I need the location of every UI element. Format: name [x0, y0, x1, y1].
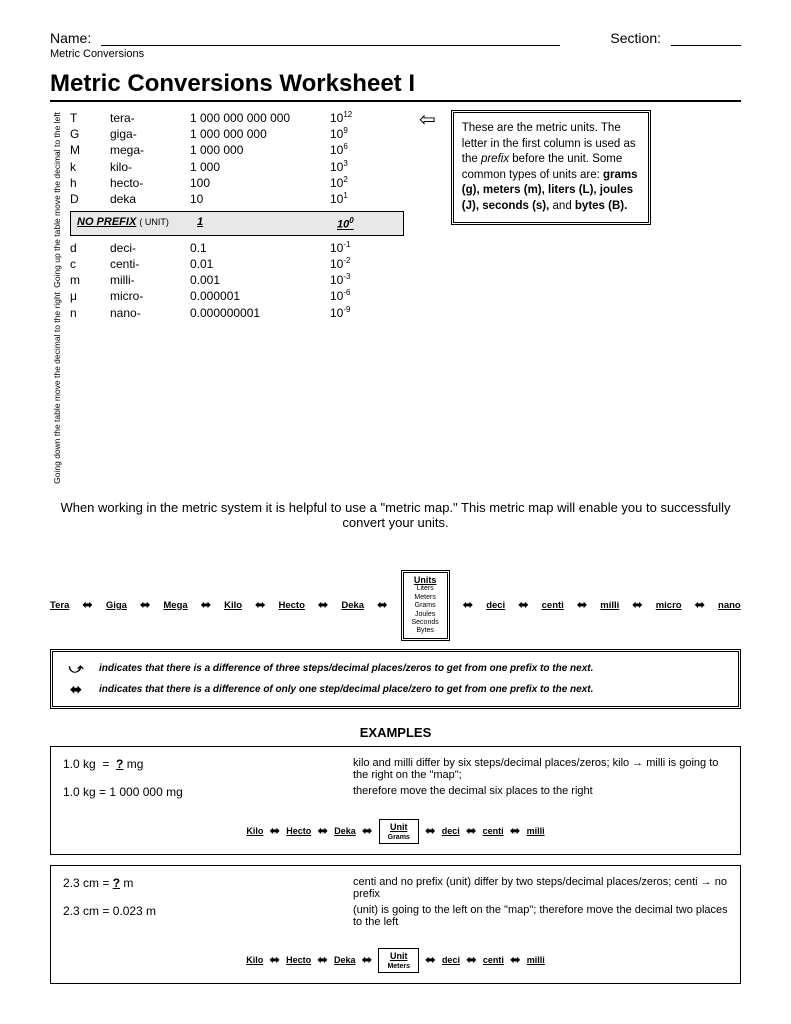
map-label: deci [486, 600, 505, 611]
mini-label: deci [442, 826, 460, 836]
example1-map: Kilo⬌Hecto⬌Deka⬌UnitGrams⬌deci⬌centi⬌mil… [63, 819, 728, 844]
example2-map: Kilo⬌Hecto⬌Deka⬌UnitMeters⬌deci⬌centi⬌mi… [63, 948, 728, 973]
side-note-down: Going down the table move the decimal to… [50, 290, 64, 486]
mini-label: Kilo [246, 826, 263, 836]
example1-answer: 1.0 kg = 1 000 000 mg [63, 785, 343, 799]
map-label: Deka [341, 600, 364, 611]
mini-label: Deka [334, 955, 356, 965]
mini-label: deci [442, 955, 460, 965]
prefix-row: μmicro-0.00000110-6 [70, 288, 404, 304]
map-label: nano [718, 600, 741, 611]
dashed-arc-icon: ⤻ [61, 658, 91, 679]
prefix-row: Mmega-1 000 000106 [70, 142, 404, 158]
double-arrow-icon: ⬌ [318, 597, 329, 613]
example2-expl2: (unit) is going to the left on the "map"… [353, 904, 728, 928]
prefix-row: Ttera-1 000 000 000 0001012 [70, 110, 404, 126]
page-title: Metric Conversions Worksheet I [50, 70, 741, 102]
arrow-left-icon: ⇦ [419, 110, 436, 130]
name-label: Name: [50, 30, 91, 46]
double-arrow-icon: ⬌ [632, 597, 643, 613]
example1-expl1: kilo and milli differ by six steps/decim… [353, 757, 728, 781]
mini-label: milli [527, 955, 545, 965]
mini-unit-box: UnitMeters [378, 948, 419, 973]
example-2: 2.3 cm = ? m centi and no prefix (unit) … [50, 865, 741, 984]
info-box: These are the metric units. The letter i… [451, 110, 651, 225]
double-arrow-icon: ⬌ [61, 679, 91, 700]
mini-label: milli [527, 826, 545, 836]
prefix-row: ddeci-0.110-1 [70, 240, 404, 256]
legend-solid: indicates that there is a difference of … [99, 682, 593, 697]
prefix-row: ccenti-0.0110-2 [70, 256, 404, 272]
header-row: Name: Section: [50, 30, 741, 46]
example1-expl2: therefore move the decimal six places to… [353, 785, 728, 799]
double-arrow-icon: ⬌ [577, 597, 588, 613]
prefix-section: Going up the table move the decimal to t… [50, 110, 741, 486]
prefix-row: nnano-0.00000000110-9 [70, 305, 404, 321]
double-arrow-icon: ⬌ [140, 597, 151, 613]
mini-label: Hecto [286, 955, 311, 965]
mini-label: centi [483, 826, 504, 836]
map-label: Tera [50, 600, 69, 611]
mini-label: Deka [334, 826, 356, 836]
subtitle: Metric Conversions [50, 48, 741, 60]
double-arrow-icon: ⬌ [377, 597, 388, 613]
map-label: Mega [163, 600, 187, 611]
section-blank[interactable] [671, 30, 741, 46]
name-blank[interactable] [101, 30, 560, 46]
no-prefix-row: NO PREFIX ( UNIT) 1 100 [70, 211, 404, 236]
example-1: 1.0 kg = ? mg kilo and milli differ by s… [50, 746, 741, 855]
double-arrow-icon: ⬌ [518, 597, 529, 613]
legend-dashed: indicates that there is a difference of … [99, 661, 593, 676]
double-arrow-icon: ⬌ [463, 597, 474, 613]
double-arrow-icon: ⬌ [82, 597, 93, 613]
prefix-row: Ggiga-1 000 000 000109 [70, 126, 404, 142]
prefix-row: kkilo-1 000103 [70, 159, 404, 175]
prefix-row: Ddeka10101 [70, 191, 404, 207]
example2-answer: 2.3 cm = 0.023 m [63, 904, 343, 928]
mini-unit-box: UnitGrams [379, 819, 419, 844]
mini-label: centi [483, 955, 504, 965]
prefix-row: hhecto-100102 [70, 175, 404, 191]
example1-question: 1.0 kg = ? mg [63, 757, 343, 781]
prefix-row: mmilli-0.00110-3 [70, 272, 404, 288]
side-note-up: Going up the table move the decimal to t… [50, 110, 64, 290]
map-label: Giga [106, 600, 127, 611]
map-label: milli [600, 600, 619, 611]
prefix-table: Ttera-1 000 000 000 0001012Ggiga-1 000 0… [70, 110, 404, 486]
mini-label: Kilo [246, 955, 263, 965]
example2-question: 2.3 cm = ? m [63, 876, 343, 900]
map-label: Kilo [224, 600, 242, 611]
examples-header: EXAMPLES [50, 725, 741, 740]
mini-label: Hecto [286, 826, 311, 836]
map-label: micro [656, 600, 682, 611]
metric-map: Tera ⬌ Giga ⬌ Mega ⬌ Kilo ⬌ Hecto ⬌ Deka ⬌ UnitsLite… [50, 570, 741, 641]
example2-expl1: centi and no prefix (unit) differ by two… [353, 876, 728, 900]
legend-box: ⤻ indicates that there is a difference o… [50, 649, 741, 709]
double-arrow-icon: ⬌ [200, 597, 211, 613]
intro-text: When working in the metric system it is … [50, 500, 741, 530]
section-label: Section: [610, 30, 661, 46]
map-label: Hecto [279, 600, 305, 611]
double-arrow-icon: ⬌ [694, 597, 705, 613]
double-arrow-icon: ⬌ [255, 597, 266, 613]
units-box: UnitsLitersMetersGramsJoulesSecondsBytes [401, 570, 450, 641]
map-label: centi [542, 600, 564, 611]
